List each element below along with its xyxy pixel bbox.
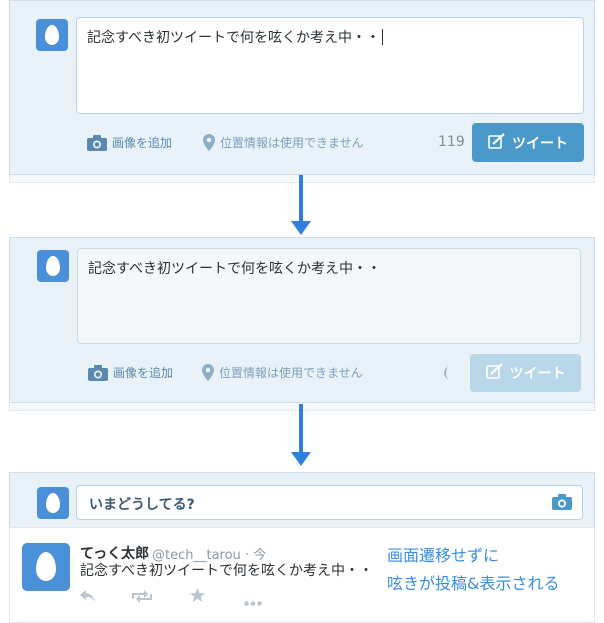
reply-icon[interactable] (80, 588, 96, 607)
avatar[interactable] (37, 487, 69, 519)
add-image-button[interactable]: 画像を追加 (87, 134, 172, 151)
tweet-button[interactable]: ツイート (470, 354, 581, 392)
tweet-textarea[interactable]: 記念すべき初ツイートで何を呟くか考え中・・ (77, 248, 581, 344)
tweet-button[interactable]: ツイート (472, 123, 584, 162)
location-button[interactable]: 位置情報は使用できません (202, 364, 363, 381)
tweet-text: 記念すべき初ツイートで何を呟くか考え中・・ (87, 30, 381, 46)
tweet-button-label: ツイート (512, 135, 568, 152)
favorite-star-icon[interactable] (190, 587, 205, 606)
location-pin-icon (203, 134, 215, 151)
location-button[interactable]: 位置情報は使用できません (203, 134, 364, 151)
tweet-text: 記念すべき初ツイートで何を呟くか考え中・・ (88, 261, 382, 277)
down-arrow-icon (291, 175, 311, 237)
tweet-avatar[interactable] (22, 543, 70, 591)
tweet-button-label: ツイート (509, 366, 566, 382)
egg-avatar-icon (46, 493, 60, 513)
annotation-line1: 画面遷移せずに (387, 546, 500, 565)
location-pin-icon (202, 364, 214, 381)
camera-icon (88, 364, 108, 381)
compose-input[interactable]: いまどうしてる? (76, 485, 583, 520)
retweet-icon[interactable] (132, 588, 152, 607)
compose-quill-icon (485, 363, 504, 383)
location-label: 位置情報は使用できません (220, 136, 364, 150)
more-icon[interactable] (244, 591, 262, 610)
tweet-text: 記念すべき初ツイートで何を呟くか考え中・・ (80, 563, 374, 579)
add-image-label: 画像を追加 (112, 136, 173, 150)
add-image-button[interactable]: 画像を追加 (88, 364, 173, 381)
egg-avatar-icon (45, 25, 59, 45)
egg-avatar-icon (36, 552, 56, 581)
compose-quill-icon (488, 132, 506, 153)
avatar[interactable] (37, 250, 69, 282)
tweet-textarea[interactable]: 記念すべき初ツイートで何を呟くか考え中・・ (76, 17, 584, 114)
egg-avatar-icon (46, 256, 60, 276)
compose-placeholder: いまどうしてる? (89, 497, 195, 513)
camera-icon[interactable] (552, 494, 572, 514)
add-image-label: 画像を追加 (113, 366, 174, 380)
annotation-line2: 呟きが投稿&表示される (387, 574, 560, 593)
camera-icon (87, 134, 107, 151)
location-label: 位置情報は使用できません (219, 366, 363, 380)
text-caret (382, 29, 384, 45)
avatar[interactable] (36, 19, 68, 51)
char-counter: 119 (438, 134, 465, 150)
down-arrow-icon (291, 404, 311, 468)
loading-spinner-icon (444, 367, 455, 379)
